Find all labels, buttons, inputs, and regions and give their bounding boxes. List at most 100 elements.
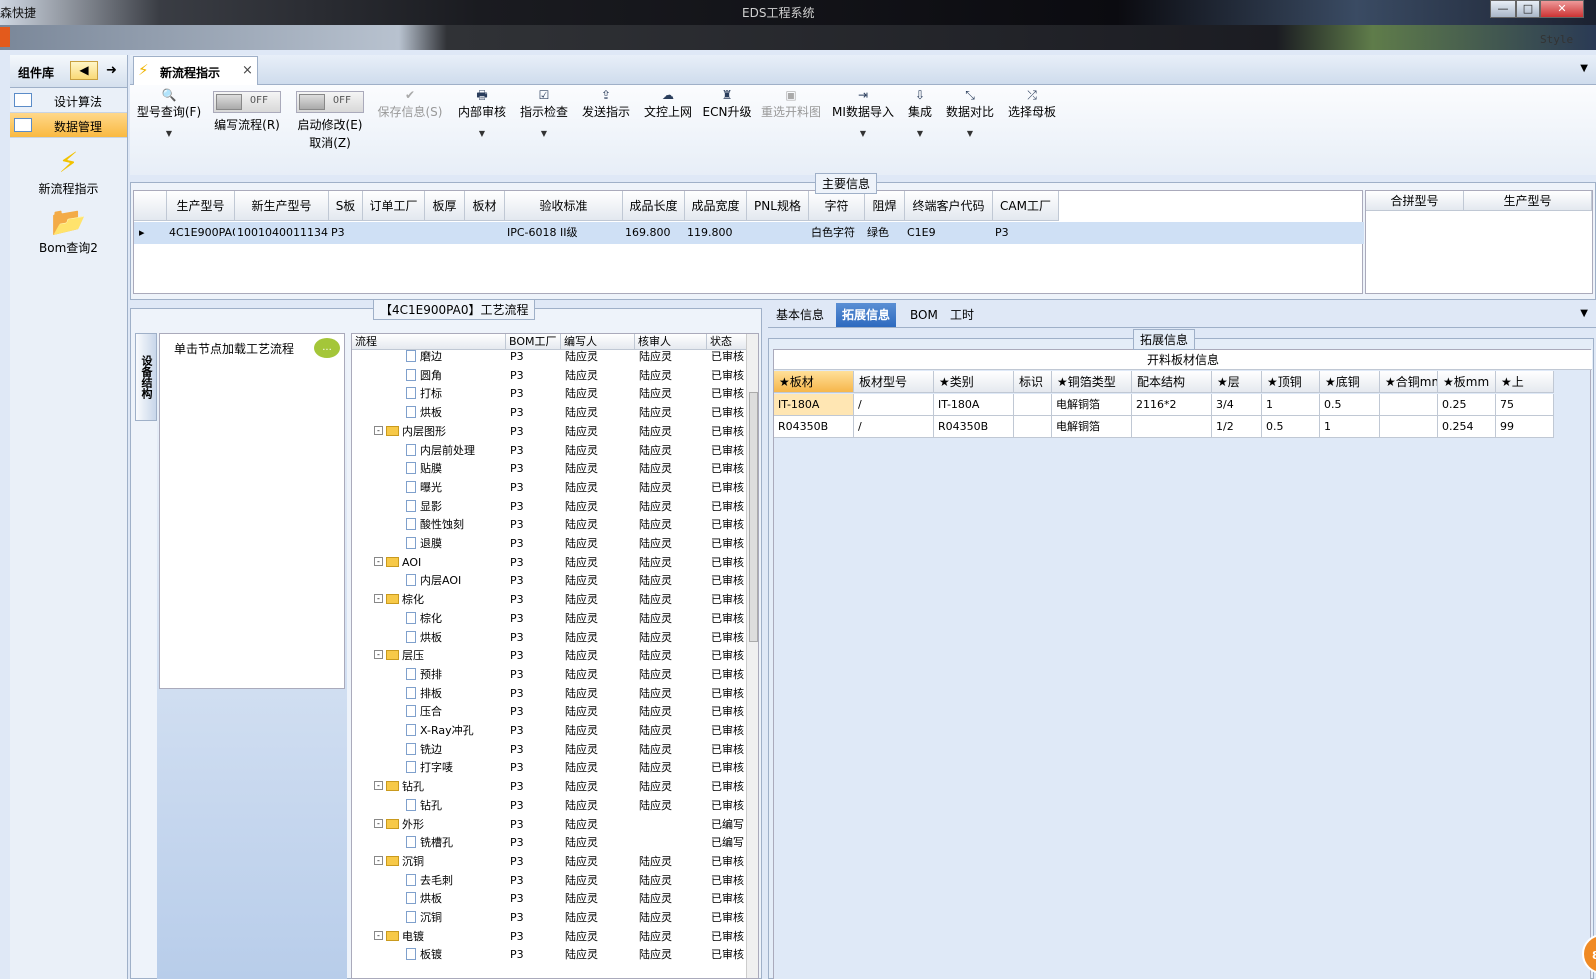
tree-node[interactable]: 板镀 P3 陆应灵 陆应灵 已审核 [352, 945, 744, 964]
doc-upload-button[interactable]: ☁ 文控上网 [640, 85, 696, 121]
integrate-button[interactable]: ⇩ 集成 ▼ [900, 85, 940, 138]
column-header[interactable]: 合拼型号 [1366, 191, 1464, 211]
tree-node[interactable]: 圆角 P3 陆应灵 陆应灵 已审核 [352, 366, 744, 385]
material-cell[interactable] [1014, 394, 1052, 416]
material-cell[interactable]: 3/4 [1212, 394, 1262, 416]
column-header[interactable]: 成品宽度 [685, 191, 747, 221]
tree-scrollbar[interactable] [746, 334, 758, 978]
dropdown-arrow-icon[interactable]: ▼ [454, 129, 510, 138]
material-cell[interactable]: 0.5 [1320, 394, 1380, 416]
material-cell[interactable]: 75 [1496, 394, 1554, 416]
collapse-node-icon[interactable]: - [374, 425, 383, 435]
material-cell[interactable]: R04350B [934, 416, 1014, 438]
material-cell[interactable]: 0.25 [1438, 394, 1496, 416]
material-cell[interactable] [1014, 416, 1052, 438]
bom-query-item[interactable]: 📂 Bom查询2 [10, 205, 127, 256]
cancel-label[interactable]: 取消(Z) [294, 134, 366, 152]
material-cell[interactable]: 电解铜箔 [1052, 394, 1132, 416]
tree-node[interactable]: 曝光 P3 陆应灵 陆应灵 已审核 [352, 478, 744, 497]
material-cell[interactable] [1380, 416, 1438, 438]
tree-node[interactable]: 贴膜 P3 陆应灵 陆应灵 已审核 [352, 459, 744, 478]
internal-review-button[interactable]: 🖶 内部审核 ▼ [454, 85, 510, 138]
tree-node[interactable]: 去毛刺 P3 陆应灵 陆应灵 已审核 [352, 871, 744, 890]
start-edit-toggle[interactable]: OFF 启动修改(E) 取消(Z) [294, 85, 366, 152]
column-header[interactable]: 生产型号 [167, 191, 235, 221]
new-flow-indicator-item[interactable]: ⚡ 新流程指示 [10, 146, 127, 197]
column-header[interactable]: 新生产型号 [235, 191, 329, 221]
column-header[interactable]: S板 [329, 191, 363, 221]
material-cell[interactable]: 1/2 [1212, 416, 1262, 438]
tree-node[interactable]: 显影 P3 陆应灵 陆应灵 已审核 [352, 497, 744, 516]
dropdown-arrow-icon[interactable]: ▼ [944, 129, 996, 138]
material-column-header[interactable]: ★顶铜 [1262, 371, 1320, 393]
column-header[interactable]: 板厚 [425, 191, 465, 221]
tab-new-flow[interactable]: ⚡ 新流程指示 × [133, 56, 258, 85]
column-header[interactable]: 阻焊 [865, 191, 905, 221]
select-master-button[interactable]: ⤮ 选择母板 [1004, 85, 1060, 121]
tree-node[interactable]: - AOI P3 陆应灵 陆应灵 已审核 [352, 553, 744, 572]
close-tab-icon[interactable]: × [242, 63, 253, 78]
close-window-button[interactable]: ✕ [1540, 0, 1584, 18]
collapse-node-icon[interactable]: - [374, 855, 383, 865]
collapse-button[interactable]: ◀ [70, 61, 98, 80]
material-cell[interactable]: R04350B [774, 416, 854, 438]
tree-node[interactable]: 烘板 P3 陆应灵 陆应灵 已审核 [352, 889, 744, 908]
material-cell[interactable]: 0.5 [1262, 416, 1320, 438]
tree-node[interactable]: 烘板 P3 陆应灵 陆应灵 已审核 [352, 628, 744, 647]
nav-item-design-algorithm[interactable]: 设计算法 [10, 88, 127, 113]
maximize-button[interactable]: □ [1516, 0, 1540, 18]
material-column-header[interactable]: 标识 [1014, 371, 1052, 393]
tab-bom[interactable]: BOM [904, 303, 944, 327]
collapse-node-icon[interactable]: - [374, 556, 383, 566]
dropdown-arrow-icon[interactable]: ▼ [900, 129, 940, 138]
collapse-node-icon[interactable]: - [374, 781, 383, 791]
tree-node[interactable]: 内层前处理 P3 陆应灵 陆应灵 已审核 [352, 441, 744, 460]
dropdown-arrow-icon[interactable]: ▼ [516, 129, 572, 138]
material-column-header[interactable]: ★铜箔类型 [1052, 371, 1132, 393]
material-column-header[interactable]: 配本结构 [1132, 371, 1212, 393]
collapse-node-icon[interactable]: - [374, 818, 383, 828]
tree-node[interactable]: 烘板 P3 陆应灵 陆应灵 已审核 [352, 403, 744, 422]
edit-flow-toggle[interactable]: OFF 编写流程(R) [210, 85, 284, 134]
material-column-header[interactable]: ★上 [1496, 371, 1554, 393]
start-edit-switch[interactable]: OFF [296, 91, 364, 113]
material-cell[interactable]: 2116*2 [1132, 394, 1212, 416]
material-cell[interactable]: 电解铜箔 [1052, 416, 1132, 438]
column-header[interactable]: 终端客户代码 [905, 191, 993, 221]
material-column-header[interactable]: ★层 [1212, 371, 1262, 393]
material-cell[interactable]: 1 [1262, 394, 1320, 416]
material-cell[interactable]: / [854, 416, 934, 438]
tree-node[interactable]: 排板 P3 陆应灵 陆应灵 已审核 [352, 684, 744, 703]
tree-node[interactable]: 退膜 P3 陆应灵 陆应灵 已审核 [352, 534, 744, 553]
tab-equipment-structure[interactable]: 设备结构 [135, 333, 157, 421]
tabs-dropdown-icon[interactable]: ▼ [1580, 308, 1588, 319]
tab-basic-info[interactable]: 基本信息 [770, 303, 830, 327]
material-column-header[interactable]: 板材型号 [854, 371, 934, 393]
column-header[interactable]: 板材 [465, 191, 505, 221]
pin-icon[interactable]: ➜ [106, 63, 117, 78]
tree-node[interactable]: - 钻孔 P3 陆应灵 陆应灵 已审核 [352, 777, 744, 796]
collapse-node-icon[interactable]: - [374, 650, 383, 660]
material-column-header[interactable]: ★底铜 [1320, 371, 1380, 393]
tree-node[interactable]: 铣边 P3 陆应灵 陆应灵 已审核 [352, 740, 744, 759]
column-header[interactable]: 字符 [809, 191, 865, 221]
indicator-check-button[interactable]: ☑ 指示检查 ▼ [516, 85, 572, 138]
tree-node[interactable]: 打标 P3 陆应灵 陆应灵 已审核 [352, 384, 744, 403]
tree-node[interactable]: 预排 P3 陆应灵 陆应灵 已审核 [352, 665, 744, 684]
scroll-thumb[interactable] [749, 392, 758, 642]
column-header[interactable]: CAM工厂 [993, 191, 1059, 221]
dropdown-arrow-icon[interactable]: ▼ [832, 129, 894, 138]
material-cell[interactable] [1380, 394, 1438, 416]
collapse-node-icon[interactable]: - [374, 930, 383, 940]
column-header[interactable]: 订单工厂 [363, 191, 425, 221]
save-info-button[interactable]: ✔ 保存信息(S) [374, 85, 446, 121]
tree-node[interactable]: 棕化 P3 陆应灵 陆应灵 已审核 [352, 609, 744, 628]
send-indicator-button[interactable]: ⇪ 发送指示 [578, 85, 634, 121]
tree-node[interactable]: - 电镀 P3 陆应灵 陆应灵 已审核 [352, 927, 744, 946]
mi-import-button[interactable]: ⇥ MI数据导入 ▼ [832, 85, 894, 138]
minimize-button[interactable]: — [1490, 0, 1516, 18]
tree-node[interactable]: - 层压 P3 陆应灵 陆应灵 已审核 [352, 646, 744, 665]
nav-item-data-management[interactable]: 数据管理 [10, 113, 127, 138]
tree-node[interactable]: 钻孔 P3 陆应灵 陆应灵 已审核 [352, 796, 744, 815]
tab-work-hours[interactable]: 工时 [944, 303, 980, 327]
